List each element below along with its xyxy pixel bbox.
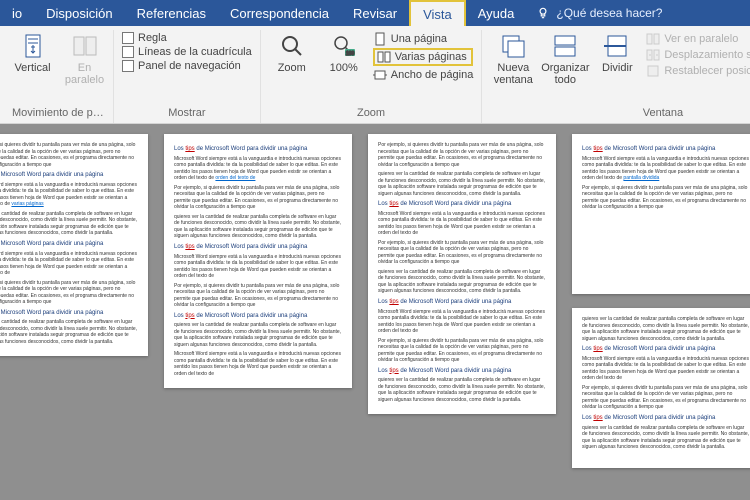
- tab-correspondencia[interactable]: Correspondencia: [218, 0, 341, 26]
- group-movimiento: Vertical En paralelo Movimiento de pá...: [4, 30, 114, 123]
- doc-page[interactable]: Los tips Los tips de Microsoft Word para…: [164, 134, 352, 388]
- vertical-icon: [19, 32, 47, 60]
- tab-inicio[interactable]: io: [0, 0, 34, 26]
- doc-page[interactable]: Por ejemplo, si quieres dividir tu panta…: [368, 134, 556, 414]
- organizar-todo-button[interactable]: Organizar todo: [542, 30, 588, 88]
- restablecer-posicion-button: Restablecer posición de la ventana: [646, 64, 750, 78]
- group-ventana: Nueva ventana Organizar todo Dividir Ver…: [482, 30, 750, 123]
- tell-me-label: ¿Qué desea hacer?: [556, 6, 662, 20]
- ancho-pagina-button[interactable]: Ancho de página: [373, 68, 474, 82]
- varias-paginas-button[interactable]: Varias páginas: [373, 48, 474, 66]
- side-by-side-icon: [71, 32, 99, 60]
- checkbox-icon: [122, 32, 134, 44]
- zoom-button[interactable]: Zoom: [269, 30, 315, 76]
- tab-revisar[interactable]: Revisar: [341, 0, 409, 26]
- zoom-100-icon: 100: [330, 32, 358, 60]
- reset-pos-icon: [646, 64, 660, 78]
- desplazamiento-sincronico-button: Desplazamiento sincrónico: [646, 48, 750, 62]
- regla-checkbox[interactable]: Regla: [122, 32, 252, 44]
- svg-text:100: 100: [346, 51, 355, 57]
- tab-disposicion[interactable]: Disposición: [34, 0, 124, 26]
- una-pagina-button[interactable]: Una página: [373, 32, 474, 46]
- vertical-button[interactable]: Vertical: [10, 30, 56, 76]
- checkbox-icon: [122, 60, 134, 72]
- view-side-icon: [646, 32, 660, 46]
- tab-ayuda[interactable]: Ayuda: [466, 0, 527, 26]
- ver-paralelo-button: Ver en paralelo: [646, 32, 750, 46]
- document-workspace[interactable]: Por ejemplo, si quieres dividir tu panta…: [0, 124, 750, 500]
- doc-page[interactable]: quieres ver la cantidad de realizar pant…: [572, 308, 750, 468]
- split-icon: [603, 32, 631, 60]
- navegacion-checkbox[interactable]: Panel de navegación: [122, 60, 252, 72]
- tell-me-search[interactable]: ¿Qué desea hacer?: [526, 0, 672, 26]
- tab-referencias[interactable]: Referencias: [125, 0, 218, 26]
- group-zoom: Zoom 100 100% Una página Varias páginas: [261, 30, 483, 123]
- tab-vista[interactable]: Vista: [409, 0, 466, 26]
- group-label-zoom: Zoom: [269, 105, 474, 123]
- dividir-button[interactable]: Dividir: [594, 30, 640, 76]
- group-mostrar: Regla Líneas de la cuadrícula Panel de n…: [114, 30, 261, 123]
- en-paralelo-button: En paralelo: [62, 30, 108, 88]
- doc-page[interactable]: Por ejemplo, si quieres dividir tu panta…: [0, 134, 148, 356]
- group-label-movimiento: Movimiento de pá...: [12, 105, 105, 123]
- doc-page[interactable]: Los tips de Microsoft Word para dividir …: [572, 134, 750, 294]
- group-label-mostrar: Mostrar: [122, 105, 252, 123]
- ribbon-tabs: io Disposición Referencias Correspondenc…: [0, 0, 750, 26]
- new-window-icon: [499, 32, 527, 60]
- arrange-all-icon: [551, 32, 579, 60]
- one-page-icon: [373, 32, 387, 46]
- lightbulb-icon: [536, 6, 550, 20]
- nueva-ventana-button[interactable]: Nueva ventana: [490, 30, 536, 88]
- page-width-icon: [373, 68, 387, 82]
- sync-scroll-icon: [646, 48, 660, 62]
- checkbox-icon: [122, 46, 134, 58]
- group-label-ventana: Ventana: [490, 105, 750, 123]
- ribbon: Vertical En paralelo Movimiento de pá...…: [0, 26, 750, 124]
- zoom-icon: [278, 32, 306, 60]
- multi-page-icon: [377, 50, 391, 64]
- zoom-100-button[interactable]: 100 100%: [321, 30, 367, 76]
- cuadricula-checkbox[interactable]: Líneas de la cuadrícula: [122, 46, 252, 58]
